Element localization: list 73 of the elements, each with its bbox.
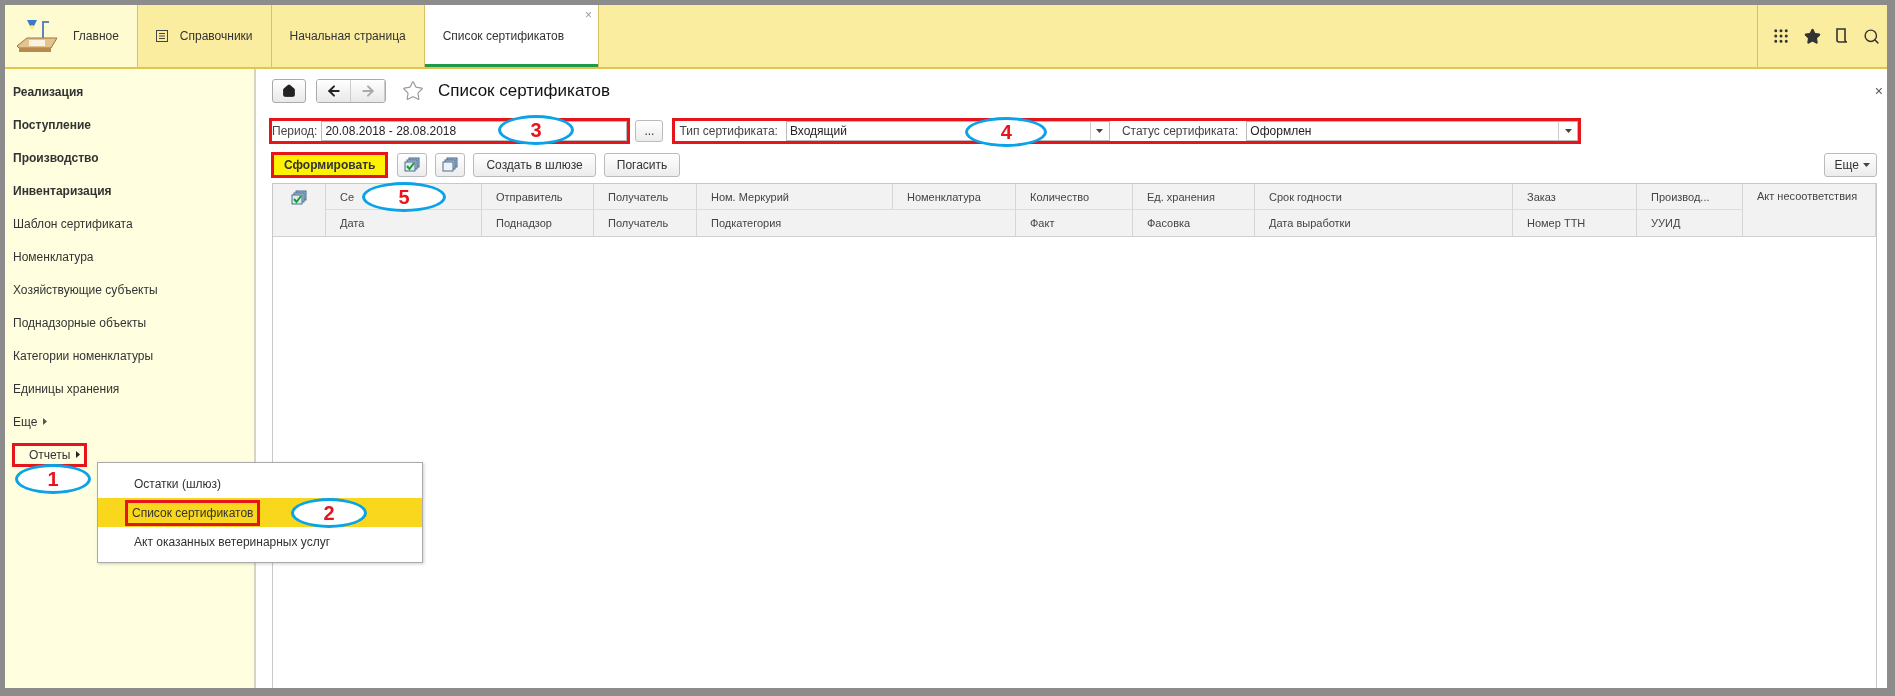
field-label: Статус сертификата: xyxy=(1121,124,1239,138)
column-header[interactable]: Ном. Меркурий xyxy=(697,184,893,210)
sidebar-item[interactable]: Производство xyxy=(13,150,99,165)
dropdown-arrow-icon xyxy=(1096,129,1104,133)
documents-button[interactable] xyxy=(435,153,466,177)
submenu-arrow-icon xyxy=(43,418,48,425)
column-header[interactable]: Количество xyxy=(1030,190,1090,203)
dropdown-arrow-icon xyxy=(1863,163,1870,167)
sidebar-item[interactable]: Реализация xyxy=(13,84,84,99)
dropdown-arrow-icon xyxy=(1564,129,1572,133)
column-header[interactable]: Срок годности xyxy=(1269,190,1342,203)
section-tab[interactable]: Главное xyxy=(5,5,138,67)
callout-badge: 2 xyxy=(291,498,367,528)
sidebar-item[interactable]: Номенклатура xyxy=(13,249,94,264)
back-button[interactable] xyxy=(317,80,351,102)
check-documents-button[interactable] xyxy=(397,153,428,177)
column-header[interactable]: Номенклатура xyxy=(893,184,1016,210)
sidebar-item[interactable]: Шаблон сертификата xyxy=(13,216,133,231)
home-button[interactable] xyxy=(272,79,306,103)
column-header[interactable]: Фасовка xyxy=(1147,217,1191,229)
checked-documents-icon xyxy=(404,157,421,173)
menu-item[interactable]: Акт оказанных ветеринарных услуг xyxy=(98,527,422,556)
document-icon[interactable] xyxy=(1835,28,1849,44)
list-icon xyxy=(155,30,168,42)
column-header[interactable]: УУИД xyxy=(1651,217,1681,229)
sidebar-item[interactable]: Категории номенклатуры xyxy=(13,348,154,363)
column-header[interactable]: Номер ТТН xyxy=(1527,217,1586,229)
sidebar-item[interactable]: Поднадзорные объекты xyxy=(13,315,147,330)
sidebar-item[interactable]: Хозяйствующие субъекты xyxy=(13,282,158,297)
apps-grid-icon[interactable] xyxy=(1772,27,1790,45)
checked-documents-icon xyxy=(291,190,307,206)
sidebar-item[interactable]: Еще xyxy=(13,414,48,429)
home-icon xyxy=(282,84,296,98)
sidebar-item[interactable]: Единицы хранения xyxy=(13,381,120,396)
generate-button[interactable]: Сформировать xyxy=(274,155,386,175)
column-header[interactable]: Отправитель xyxy=(496,190,563,203)
sidebar-item[interactable]: Инвентаризация xyxy=(13,183,112,198)
menu-item[interactable]: Список сертификатов 2 xyxy=(98,498,422,527)
arrow-left-icon xyxy=(325,83,342,99)
column-header[interactable]: Получатель xyxy=(608,190,669,203)
column-header[interactable]: Факт xyxy=(1030,217,1055,229)
menu-item[interactable]: Остатки (шлюз) xyxy=(98,469,422,498)
column-header[interactable]: Получатель xyxy=(608,217,669,229)
column-header[interactable]: Ед. хранения xyxy=(1147,190,1215,203)
column-header[interactable]: Подкатегория xyxy=(697,210,1016,236)
column-header[interactable]: Дата xyxy=(340,217,365,229)
more-button[interactable]: Еще xyxy=(1823,153,1877,177)
callout-badge: 4 xyxy=(965,117,1048,147)
close-icon[interactable]: × xyxy=(1874,83,1883,99)
star-icon[interactable] xyxy=(1804,27,1821,45)
submenu-arrow-icon xyxy=(76,451,81,458)
column-header[interactable]: Производ... xyxy=(1651,190,1710,203)
form-title: Список сертификатов xyxy=(438,81,611,101)
section-tab[interactable]: Список сертификатов × xyxy=(424,5,600,67)
select-period-button[interactable]: ... xyxy=(635,120,664,142)
sidebar-item[interactable]: Отчеты xyxy=(15,445,85,464)
documents-icon xyxy=(442,157,459,173)
column-header[interactable]: Акт несоответствия xyxy=(1743,184,1876,236)
arrow-right-icon xyxy=(359,83,376,99)
field-label: Период: xyxy=(272,124,318,138)
select-field[interactable]: Оформлен xyxy=(1246,121,1579,141)
search-icon[interactable] xyxy=(1863,27,1880,45)
favorite-star-icon[interactable] xyxy=(402,80,424,102)
column-header[interactable]: Поднадзор xyxy=(496,217,552,229)
column-header[interactable]: Дата выработки xyxy=(1269,217,1351,229)
toolbar-button[interactable]: Создать в шлюзе xyxy=(473,153,596,177)
column-header[interactable]: Заказ xyxy=(1527,190,1556,203)
column-header[interactable]: Се xyxy=(340,190,355,203)
sidebar-item[interactable]: Поступление xyxy=(13,117,91,132)
callout-badge: 3 xyxy=(498,115,574,145)
toolbar-button[interactable]: Погасить xyxy=(603,153,681,177)
field-label: Тип сертификата: xyxy=(679,124,778,138)
callout-badge: 1 xyxy=(15,464,91,494)
